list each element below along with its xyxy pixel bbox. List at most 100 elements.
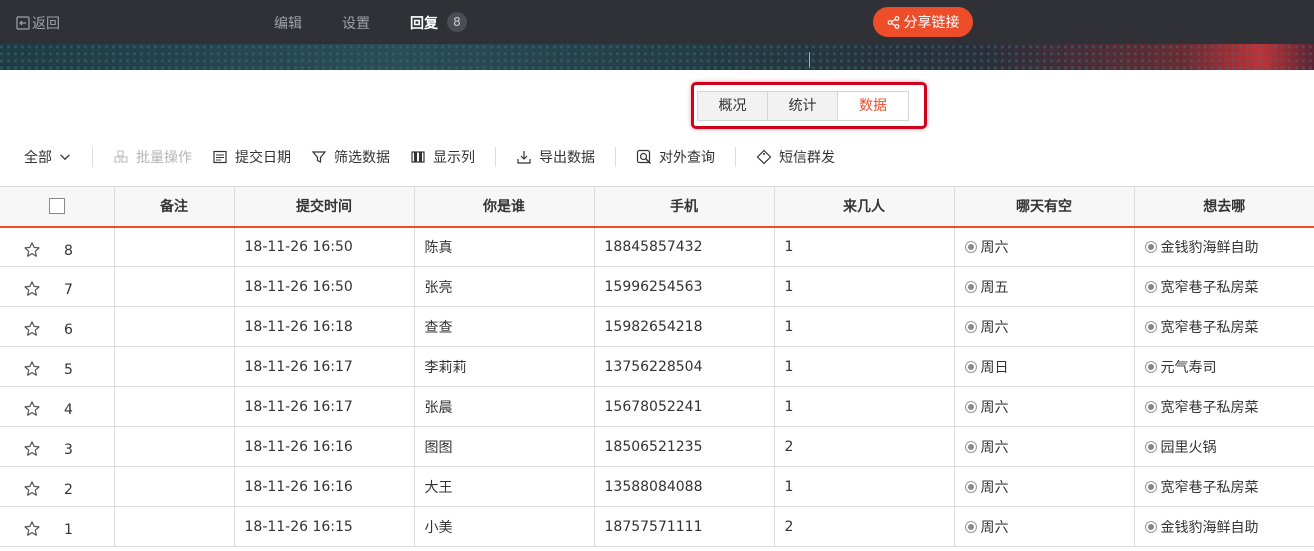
note-cell[interactable] <box>114 506 235 547</box>
star-icon[interactable] <box>23 480 41 498</box>
guest-count-cell: 2 <box>774 426 955 467</box>
destination-value: 金钱豹海鲜自助 <box>1160 239 1259 256</box>
nav-edit[interactable]: 编辑 <box>274 13 302 33</box>
note-cell[interactable] <box>114 346 235 387</box>
available-day-value: 周六 <box>980 239 1009 256</box>
note-cell[interactable] <box>114 426 235 467</box>
column-header[interactable]: 想去哪 <box>1134 186 1314 228</box>
tab-statistics[interactable]: 统计 <box>768 92 838 120</box>
radio-selected-icon <box>964 360 977 373</box>
star-icon[interactable] <box>23 241 41 259</box>
row-number: 5 <box>64 362 73 378</box>
available-day-cell: 周六 <box>954 306 1135 347</box>
submit-date-button[interactable]: 提交日期 <box>212 147 291 167</box>
filter-icon <box>311 151 327 163</box>
table-row[interactable]: 2 18-11-26 16:16 大王 13588084088 1 周六 宽窄巷子私房菜 <box>0 466 1314 507</box>
radio-selected-icon <box>964 240 977 253</box>
export-data-button[interactable]: 导出数据 <box>516 147 595 167</box>
share-icon <box>887 15 899 29</box>
tab-data[interactable]: 数据 <box>838 92 908 120</box>
radio-selected-icon <box>1144 240 1157 253</box>
available-day-value: 周六 <box>980 399 1009 416</box>
column-header[interactable]: 你是谁 <box>414 186 595 228</box>
name-cell: 小美 <box>414 506 595 547</box>
submit-time-cell: 18-11-26 16:15 <box>234 506 415 547</box>
phone-cell: 15982654218 <box>594 306 775 347</box>
view-tabs: 概况 统计 数据 <box>697 91 909 121</box>
phone-cell: 15996254563 <box>594 266 775 307</box>
radio-selected-icon <box>964 320 977 333</box>
column-header[interactable]: 手机 <box>594 186 775 228</box>
batch-operation-button[interactable]: 批量操作 <box>113 147 192 167</box>
table-row[interactable]: 3 18-11-26 16:16 图图 18506521235 2 周六 园里火锅 <box>0 426 1314 467</box>
guest-count-cell: 1 <box>774 386 955 427</box>
tag-icon <box>756 149 772 165</box>
note-cell[interactable] <box>114 466 235 507</box>
table-row[interactable]: 1 18-11-26 16:15 小美 18757571111 2 周六 金钱豹海鲜自助 <box>0 506 1314 547</box>
star-icon[interactable] <box>23 360 41 378</box>
row-index-cell: 5 <box>0 346 115 387</box>
nav-settings[interactable]: 设置 <box>342 13 370 33</box>
select-all-header <box>0 186 115 228</box>
column-header[interactable]: 提交时间 <box>234 186 415 228</box>
available-day-cell: 周六 <box>954 506 1135 547</box>
submit-time-cell: 18-11-26 16:16 <box>234 426 415 467</box>
radio-selected-icon <box>964 520 977 533</box>
header-banner <box>0 44 1314 70</box>
calendar-icon <box>213 150 227 164</box>
destination-cell: 宽窄巷子私房菜 <box>1134 466 1314 507</box>
column-header[interactable]: 来几人 <box>774 186 955 228</box>
table-row[interactable]: 8 18-11-26 16:50 陈真 18845857432 1 周六 金钱豹海鲜自助 <box>0 226 1314 267</box>
radio-selected-icon <box>964 480 977 493</box>
row-number: 4 <box>64 402 73 418</box>
filter-data-button[interactable]: 筛选数据 <box>311 147 390 167</box>
radio-selected-icon <box>1144 400 1157 413</box>
show-columns-label: 显示列 <box>433 150 475 166</box>
share-label: 分享链接 <box>903 15 960 31</box>
phone-cell: 13756228504 <box>594 346 775 387</box>
guest-count-cell: 1 <box>774 306 955 347</box>
table-row[interactable]: 5 18-11-26 16:17 李莉莉 13756228504 1 周日 元气寿司 <box>0 346 1314 387</box>
row-index-cell: 4 <box>0 386 115 427</box>
select-all-checkbox[interactable] <box>48 198 65 215</box>
guest-count-cell: 1 <box>774 266 955 307</box>
table-row[interactable]: 4 18-11-26 16:17 张晨 15678052241 1 周六 宽窄巷子私房菜 <box>0 386 1314 427</box>
star-icon[interactable] <box>23 440 41 458</box>
back-button[interactable]: 返回 <box>16 13 60 33</box>
nav-replies[interactable]: 回复 <box>410 13 438 33</box>
destination-cell: 宽窄巷子私房菜 <box>1134 386 1314 427</box>
table-row[interactable]: 6 18-11-26 16:18 查查 15982654218 1 周六 宽窄巷子私房菜 <box>0 306 1314 347</box>
note-cell[interactable] <box>114 266 235 307</box>
batch-icon <box>114 150 128 163</box>
filter-data-label: 筛选数据 <box>334 150 390 166</box>
destination-cell: 宽窄巷子私房菜 <box>1134 266 1314 307</box>
available-day-cell: 周六 <box>954 226 1135 267</box>
chevron-down-icon <box>60 154 70 161</box>
star-icon[interactable] <box>23 520 41 538</box>
table-row[interactable]: 7 18-11-26 16:50 张亮 15996254563 1 周五 宽窄巷子私房菜 <box>0 266 1314 307</box>
column-header[interactable]: 备注 <box>114 186 235 228</box>
note-cell[interactable] <box>114 306 235 347</box>
filter-all-dropdown[interactable]: 全部 <box>24 147 72 167</box>
share-link-button[interactable]: 分享链接 <box>873 7 973 37</box>
sms-broadcast-button[interactable]: 短信群发 <box>756 147 835 167</box>
note-cell[interactable] <box>114 386 235 427</box>
toolbar-divider <box>735 147 736 167</box>
responses-table: 备注 提交时间 你是谁 手机 来几人 哪天有空 想去哪 8 18-11-26 16… <box>0 186 1314 547</box>
star-icon[interactable] <box>23 400 41 418</box>
column-header[interactable]: 哪天有空 <box>954 186 1135 228</box>
star-icon[interactable] <box>23 280 41 298</box>
external-query-button[interactable]: 对外查询 <box>636 147 715 167</box>
radio-selected-icon <box>964 280 977 293</box>
radio-selected-icon <box>1144 440 1157 453</box>
name-cell: 陈真 <box>414 226 595 267</box>
star-icon[interactable] <box>23 320 41 338</box>
available-day-value: 周六 <box>980 319 1009 336</box>
tab-overview[interactable]: 概况 <box>698 92 768 120</box>
row-number: 6 <box>64 322 73 338</box>
submit-time-cell: 18-11-26 16:50 <box>234 266 415 307</box>
phone-cell: 13588084088 <box>594 466 775 507</box>
note-cell[interactable] <box>114 226 235 267</box>
show-columns-button[interactable]: 显示列 <box>410 147 475 167</box>
phone-cell: 18845857432 <box>594 226 775 267</box>
